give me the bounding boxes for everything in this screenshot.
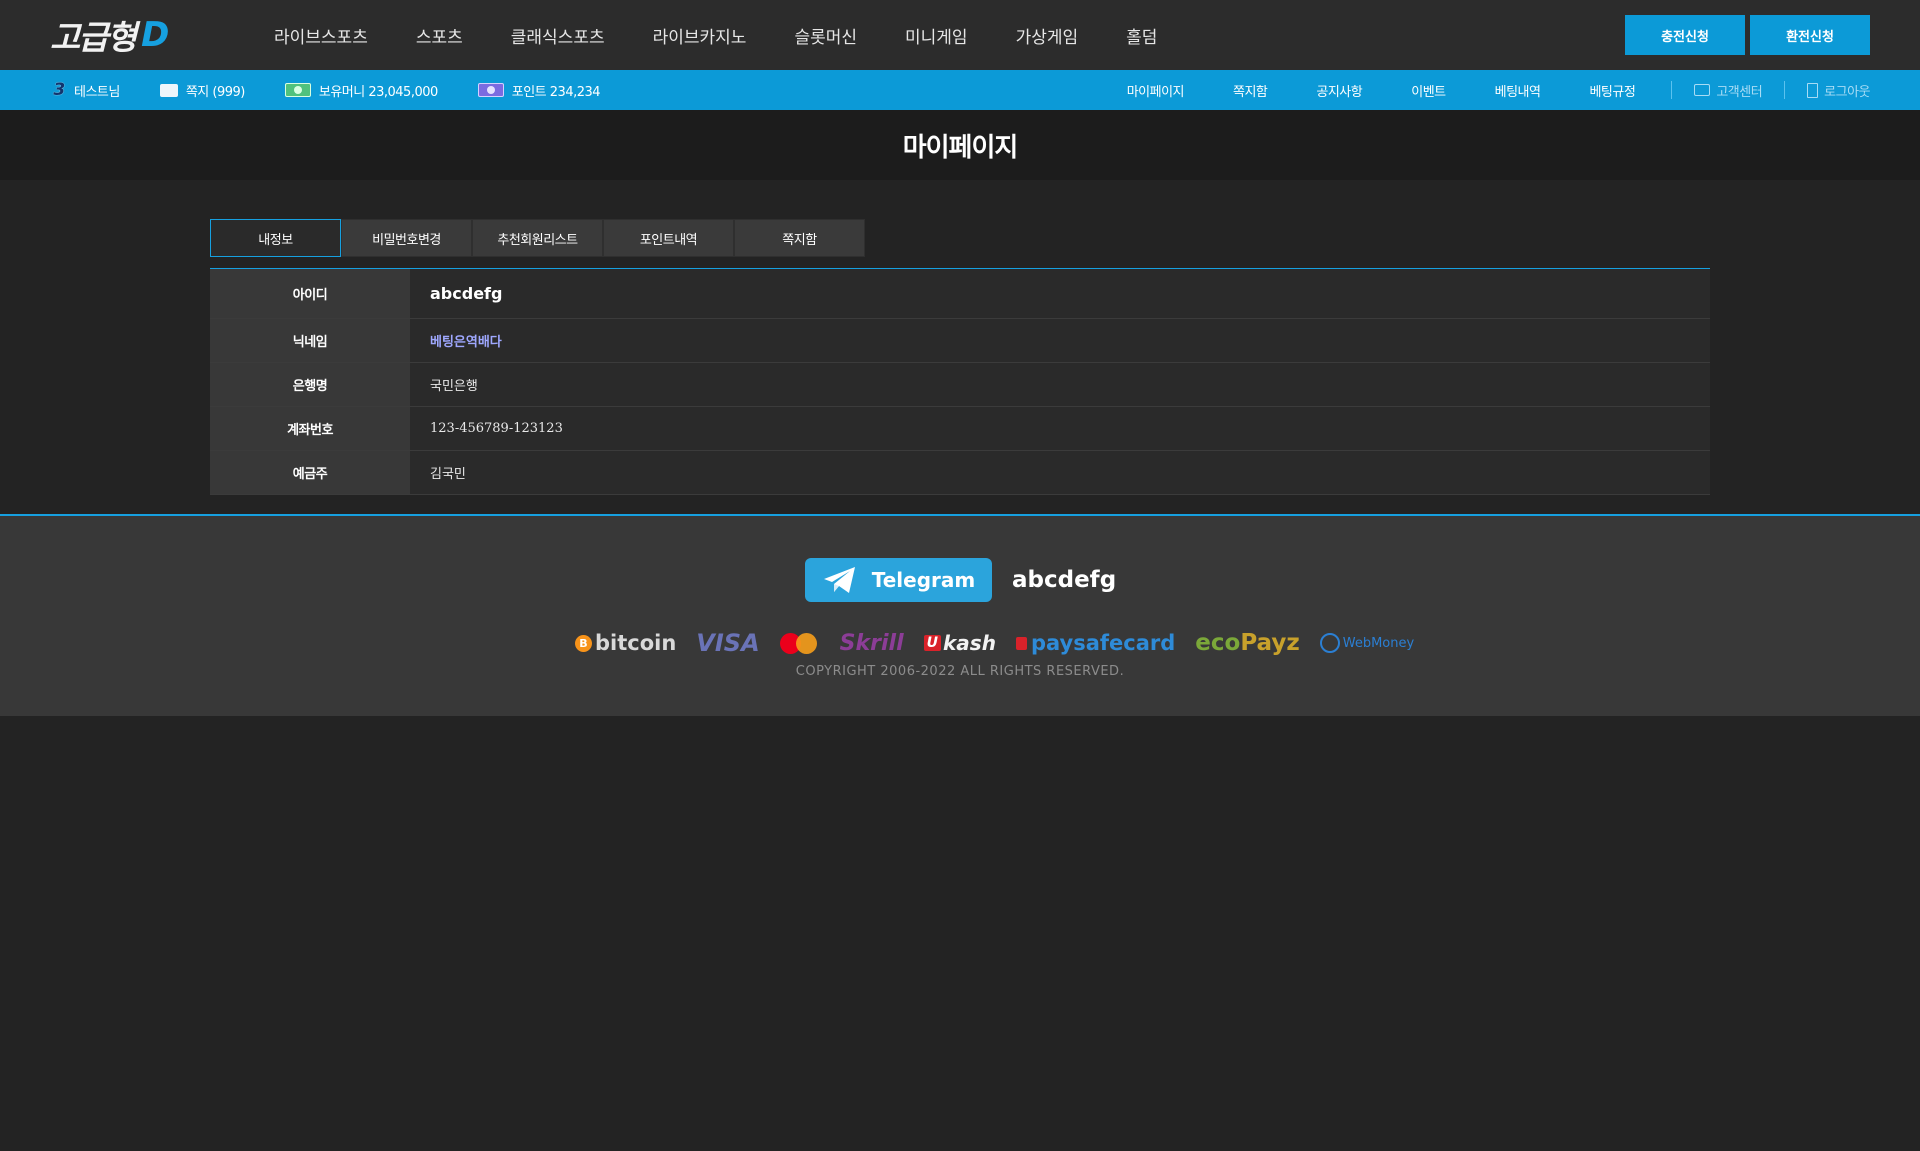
- bank-name-label: 은행명: [210, 363, 410, 406]
- link-message-box[interactable]: 쪽지함: [1233, 81, 1268, 100]
- ecopayz-eco-text: eco: [1195, 630, 1241, 656]
- level-badge-icon: 3: [53, 80, 65, 100]
- message-count[interactable]: 쪽지 (999): [159, 81, 246, 100]
- mastercard-orange-circle: [795, 633, 817, 654]
- account-number-value: 123-456789-123123: [410, 407, 1710, 450]
- tab-change-password[interactable]: 비밀번호변경: [341, 219, 472, 257]
- top-header: 고급형 D 라이브스포츠 스포츠 클래식스포츠 라이브카지노 슬롯머신 미니게임…: [0, 0, 1920, 70]
- table-row: 은행명 국민은행: [210, 363, 1710, 407]
- account-holder-value: 김국민: [410, 451, 1710, 494]
- nav-live-casino[interactable]: 라이브카지노: [653, 23, 747, 48]
- money-balance: 보유머니 23,045,000: [284, 81, 438, 100]
- page-title: 마이페이지: [902, 132, 1019, 163]
- ecopayz-payz-text: Payz: [1240, 630, 1300, 656]
- tab-referral-list[interactable]: 추천회원리스트: [472, 219, 603, 257]
- message-count-label: 쪽지 (999): [185, 84, 246, 100]
- divider: [1671, 81, 1673, 99]
- telegram-icon: [822, 565, 858, 595]
- id-label: 아이디: [210, 269, 410, 318]
- lock-icon: [1015, 636, 1027, 650]
- table-row: 예금주 김국민: [210, 451, 1710, 495]
- bank-name-value: 국민은행: [410, 363, 1710, 406]
- telegram-id: abcdefg: [1012, 567, 1117, 593]
- table-row: 계좌번호 123-456789-123123: [210, 407, 1710, 451]
- ukash-text: kash: [943, 631, 996, 655]
- link-event[interactable]: 이벤트: [1411, 81, 1446, 100]
- divider: [1784, 81, 1786, 99]
- link-bet-history[interactable]: 베팅내역: [1495, 81, 1541, 100]
- envelope-icon: [159, 83, 178, 97]
- mastercard-icon: [779, 631, 820, 655]
- table-row: 닉네임 베팅은역배다: [210, 319, 1710, 363]
- logout-link[interactable]: 로그아웃: [1807, 81, 1870, 100]
- visa-logo: VISA: [696, 629, 760, 657]
- paysafecard-text: paysafecard: [1030, 631, 1176, 655]
- nav-classic-sports[interactable]: 클래식스포츠: [511, 23, 605, 48]
- telegram-label: Telegram: [871, 568, 976, 592]
- link-mypage[interactable]: 마이페이지: [1127, 81, 1185, 100]
- link-notice[interactable]: 공지사항: [1316, 81, 1362, 100]
- id-value: abcdefg: [410, 269, 1710, 318]
- logo-mark: D: [141, 15, 170, 55]
- logout-label: 로그아웃: [1824, 84, 1870, 100]
- bitcoin-text: bitcoin: [595, 631, 677, 655]
- logo-text: 고급형: [50, 18, 137, 57]
- tab-message-box[interactable]: 쪽지함: [734, 219, 865, 257]
- user-level: 3 테스트님: [52, 80, 120, 100]
- cash-icon: [284, 83, 311, 97]
- account-holder-label: 예금주: [210, 451, 410, 494]
- point-balance-label: 포인트 234,234: [511, 84, 601, 100]
- table-row: 아이디 abcdefg: [210, 269, 1710, 319]
- nickname-value: 베팅은역배다: [410, 319, 1710, 362]
- ukash-logo: U kash: [923, 631, 996, 655]
- profile-table: 아이디 abcdefg 닉네임 베팅은역배다 은행명 국민은행 계좌번호 123…: [210, 268, 1710, 495]
- site-logo[interactable]: 고급형 D: [50, 14, 170, 57]
- globe-icon: [1319, 633, 1340, 653]
- logout-icon: [1807, 82, 1819, 98]
- webmoney-text: WebMoney: [1342, 635, 1415, 651]
- skrill-logo: Skrill: [839, 630, 904, 656]
- page-title-band: 마이페이지: [0, 110, 1920, 180]
- link-bet-rules[interactable]: 베팅규정: [1589, 81, 1635, 100]
- copyright-text: COPYRIGHT 2006-2022 ALL RIGHTS RESERVED.: [795, 664, 1125, 679]
- ukash-u-mark: U: [923, 635, 941, 651]
- webmoney-logo: WebMoney: [1319, 633, 1415, 653]
- customer-center-link[interactable]: 고객센터: [1694, 81, 1763, 100]
- telegram-button[interactable]: Telegram: [805, 558, 992, 602]
- user-status: 3 테스트님 쪽지 (999) 보유머니 23,045,000 포인트 234,…: [52, 70, 640, 110]
- nickname-label: 닉네임: [210, 319, 410, 362]
- payment-logos: B bitcoin VISA Skrill U kash paysafecard…: [575, 628, 1434, 658]
- bitcoin-logo: B bitcoin: [575, 631, 676, 655]
- mypage-tabs: 내정보 비밀번호변경 추천회원리스트 포인트내역 쪽지함: [210, 219, 865, 257]
- point-icon: [477, 83, 504, 97]
- point-balance: 포인트 234,234: [477, 81, 601, 100]
- tab-point-history[interactable]: 포인트내역: [603, 219, 734, 257]
- site-footer: Telegram abcdefg B bitcoin VISA Skrill U…: [0, 514, 1920, 716]
- paysafecard-logo: paysafecard: [1015, 631, 1176, 655]
- ecopayz-logo: eco Payz: [1195, 630, 1299, 656]
- monitor-icon: [1694, 84, 1711, 96]
- nav-holdem[interactable]: 홀덤: [1126, 23, 1157, 48]
- customer-center-label: 고객센터: [1716, 84, 1763, 100]
- user-name: 테스트님: [74, 84, 120, 100]
- account-number-label: 계좌번호: [210, 407, 410, 450]
- nav-virtual-game[interactable]: 가상게임: [1016, 23, 1079, 48]
- main-nav: 라이브스포츠 스포츠 클래식스포츠 라이브카지노 슬롯머신 미니게임 가상게임 …: [250, 0, 1181, 70]
- deposit-request-button[interactable]: 충전신청: [1625, 15, 1745, 55]
- withdraw-request-button[interactable]: 환전신청: [1750, 15, 1870, 55]
- nav-sports[interactable]: 스포츠: [416, 23, 463, 48]
- bitcoin-icon: B: [575, 634, 592, 652]
- nav-live-sports[interactable]: 라이브스포츠: [274, 23, 368, 48]
- tab-my-info[interactable]: 내정보: [210, 219, 341, 257]
- nav-slot-machine[interactable]: 슬롯머신: [794, 23, 857, 48]
- user-menu: 마이페이지 쪽지함 공지사항 이벤트 베팅내역 베팅규정 고객센터 로그아웃: [1078, 70, 1870, 110]
- nav-mini-game[interactable]: 미니게임: [905, 23, 968, 48]
- telegram-contact: Telegram abcdefg: [805, 558, 1116, 602]
- user-info-bar: 3 테스트님 쪽지 (999) 보유머니 23,045,000 포인트 234,…: [0, 70, 1920, 110]
- money-balance-label: 보유머니 23,045,000: [318, 84, 438, 100]
